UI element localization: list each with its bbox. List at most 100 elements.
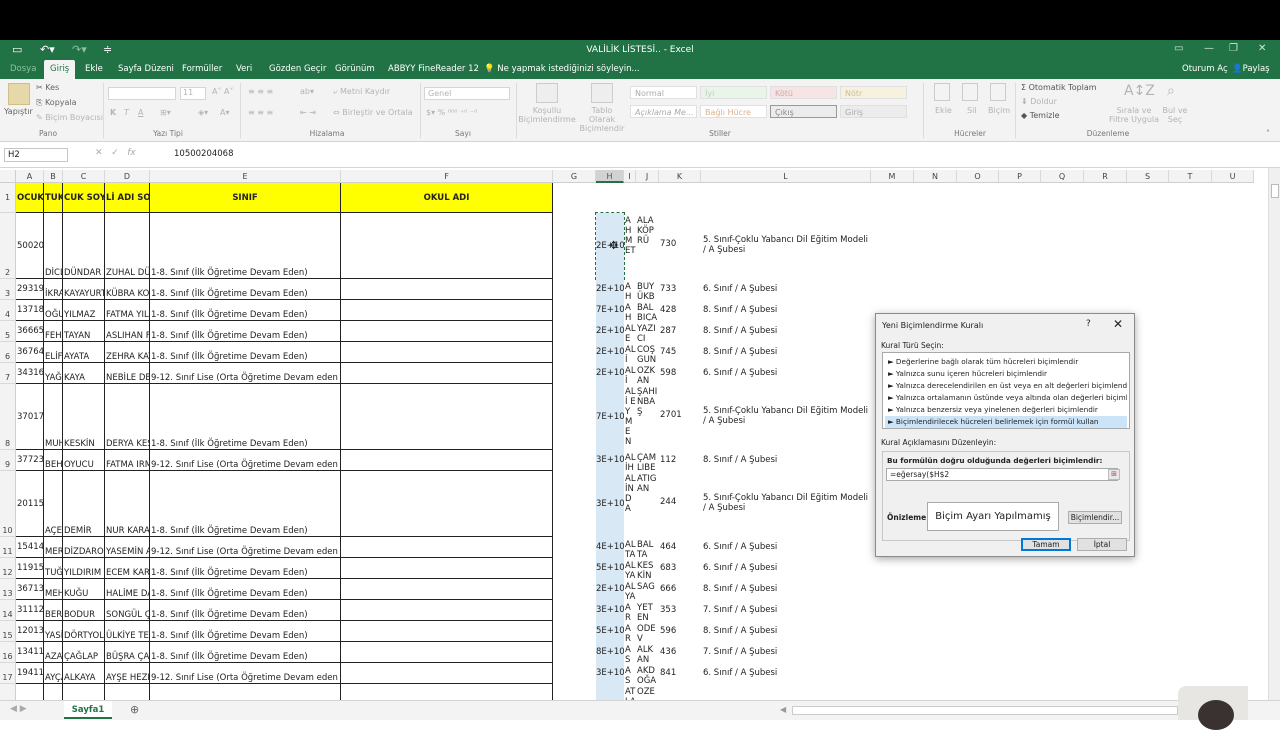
close-icon[interactable]: ✕: [1113, 317, 1123, 331]
cell-h[interactable]: 8E+10: [596, 642, 624, 663]
cell-l[interactable]: 8. Sınıf / A Şubesi: [703, 626, 869, 636]
cell-l[interactable]: 6. Sınıf / A Şubesi: [703, 542, 869, 552]
collapse-ribbon-icon[interactable]: ˄: [1266, 129, 1270, 138]
rule-type-item[interactable]: ► Yalnızca benzersiz veya yinelenen değe…: [885, 404, 1127, 416]
cell-i[interactable]: AL İ EY M E N: [625, 387, 636, 450]
format-cells-button[interactable]: Biçim: [988, 106, 1010, 115]
cell-a[interactable]: 134115: [16, 642, 44, 663]
row-header[interactable]: 9: [0, 450, 16, 471]
cell-d[interactable]: AYŞE HEZE: [105, 663, 150, 684]
cell-d[interactable]: ECEM KAR: [105, 558, 150, 579]
cell-k[interactable]: 436: [660, 647, 700, 665]
column-header-f[interactable]: F: [341, 170, 553, 183]
cell-c[interactable]: DEMİR: [63, 471, 105, 537]
style-input[interactable]: Giriş: [840, 105, 907, 118]
cell-a[interactable]: 367641: [16, 342, 44, 363]
ok-button[interactable]: Tamam: [1021, 538, 1071, 551]
tab-review[interactable]: Gözden Geçir: [263, 60, 332, 79]
style-bad[interactable]: Kötü: [770, 86, 837, 99]
cell-e[interactable]: 1-8. Sınıf (İlk Öğretime Devam Eden): [150, 621, 341, 642]
cell-b[interactable]: MEHMET: [44, 579, 63, 600]
cell-k[interactable]: 464: [660, 542, 700, 560]
name-box[interactable]: H2: [4, 148, 68, 162]
column-header-u[interactable]: U: [1212, 170, 1254, 183]
font-color-icon[interactable]: A▾: [220, 108, 230, 117]
cell-h[interactable]: 3E+10: [596, 450, 624, 471]
cell-e[interactable]: 1-8. Sınıf (İlk Öğretime Devam Eden): [150, 384, 341, 450]
cell-f[interactable]: [341, 663, 553, 684]
orientation-icon[interactable]: ab▾: [300, 87, 314, 96]
column-header-e[interactable]: E: [150, 170, 341, 183]
delete-cells-button[interactable]: Sil: [967, 106, 977, 115]
share-button[interactable]: 👤Paylaş: [1226, 60, 1276, 79]
restore-icon[interactable]: ❐: [1229, 43, 1238, 54]
cell-i[interactable]: AL TA: [625, 540, 636, 558]
tell-me-box[interactable]: 💡 Ne yapmak istediğinizi söyleyin...: [478, 60, 646, 79]
column-header-g[interactable]: G: [553, 170, 596, 183]
cell-j[interactable]: ATIG AN: [637, 474, 659, 537]
column-header-d[interactable]: D: [105, 170, 150, 183]
row-header[interactable]: 11: [0, 537, 16, 558]
cell-i[interactable]: AS U: [625, 666, 636, 684]
cell-c[interactable]: ÇAĞLAP: [63, 642, 105, 663]
cell-a[interactable]: 119158: [16, 558, 44, 579]
header-cell-e[interactable]: SINIF: [150, 183, 341, 213]
row-header[interactable]: [0, 684, 16, 700]
cell-l[interactable]: 8. Sınıf / A Şubesi: [703, 305, 869, 315]
header-cell-b[interactable]: TUK: [44, 183, 63, 213]
cell-a[interactable]: 194111: [16, 663, 44, 684]
close-window-icon[interactable]: ✕: [1258, 43, 1266, 54]
style-neutral[interactable]: Nötr: [840, 86, 907, 99]
cell-e[interactable]: 9-12. Sınıf Lise (Orta Öğretime Devam ed…: [150, 537, 341, 558]
conditional-format-button[interactable]: Koşullu Biçimlendirme: [518, 106, 576, 124]
cell-j[interactable]: ÖZK AN: [637, 366, 659, 384]
cell-e[interactable]: 1-8. Sınıf (İlk Öğretime Devam Eden): [150, 558, 341, 579]
paste-button[interactable]: Yapıştır: [4, 107, 33, 116]
rule-formula-input[interactable]: =eğersay($H$2: [886, 468, 1118, 481]
minimize-icon[interactable]: —: [1204, 43, 1214, 54]
find-select-button[interactable]: Bul ve Seç: [1161, 106, 1189, 124]
cell-k[interactable]: 666: [660, 584, 700, 602]
cell-i[interactable]: AL YA: [625, 582, 636, 600]
tab-formulas[interactable]: Formüller: [176, 60, 228, 79]
cell-h[interactable]: 4E+10: [596, 537, 624, 558]
header-cell-f[interactable]: OKUL ADI: [341, 183, 553, 213]
cell-a[interactable]: 500204: [16, 213, 44, 279]
cell-e[interactable]: 9-12. Sınıf Lise (Orta Öğretime Devam ed…: [150, 450, 341, 471]
cell-b[interactable]: BEHİCE: [44, 450, 63, 471]
column-header-s[interactable]: S: [1127, 170, 1169, 183]
cell-a[interactable]: 366654: [16, 321, 44, 342]
cell-b[interactable]: MERVE: [44, 537, 63, 558]
cell-l[interactable]: 5. Sınıf-Çoklu Yabancı Dil Eğitim Modeli…: [703, 235, 869, 255]
cell-l[interactable]: 8. Sınıf / A Şubesi: [703, 347, 869, 357]
column-header-i[interactable]: I: [624, 170, 636, 183]
cell-c[interactable]: TAYAN: [63, 321, 105, 342]
cell-h[interactable]: 3E+10: [596, 663, 624, 684]
cell-h[interactable]: 7E+10: [596, 300, 624, 321]
help-icon[interactable]: ?: [1086, 319, 1091, 329]
cell-b[interactable]: İKRA: [44, 279, 63, 300]
cell-i[interactable]: A R: [625, 603, 636, 621]
cell-e[interactable]: 1-8. Sınıf (İlk Öğretime Devam Eden): [150, 600, 341, 621]
row-header[interactable]: 13: [0, 579, 16, 600]
cell-l[interactable]: 6. Sınıf / A Şubesi: [703, 284, 869, 294]
add-sheet-icon[interactable]: ⊕: [130, 703, 139, 716]
cell-f[interactable]: [341, 621, 553, 642]
cell-i[interactable]: A H M ET: [625, 216, 636, 279]
cell-c[interactable]: [63, 684, 105, 700]
column-header-m[interactable]: M: [871, 170, 914, 183]
cell-d[interactable]: YASEMİN A: [105, 537, 150, 558]
formula-input[interactable]: 10500204068: [174, 149, 234, 159]
cell-b[interactable]: AZAT: [44, 642, 63, 663]
cell-f[interactable]: [341, 321, 553, 342]
scroll-thumb[interactable]: [1271, 184, 1279, 198]
fill-button[interactable]: ⬇ Doldur: [1021, 97, 1057, 106]
cell-f[interactable]: [341, 384, 553, 450]
header-cell-a[interactable]: OCUK T.C.: [16, 183, 44, 213]
format-button[interactable]: Biçimlendir...: [1068, 511, 1122, 524]
style-normal[interactable]: Normal: [630, 86, 697, 99]
cell-k[interactable]: 596: [660, 626, 700, 644]
cell-e[interactable]: 1-8. Sınıf (İlk Öğretime Devam Eden): [150, 300, 341, 321]
cell-d[interactable]: FATMA IRM: [105, 450, 150, 471]
cell-k[interactable]: 598: [660, 368, 700, 386]
